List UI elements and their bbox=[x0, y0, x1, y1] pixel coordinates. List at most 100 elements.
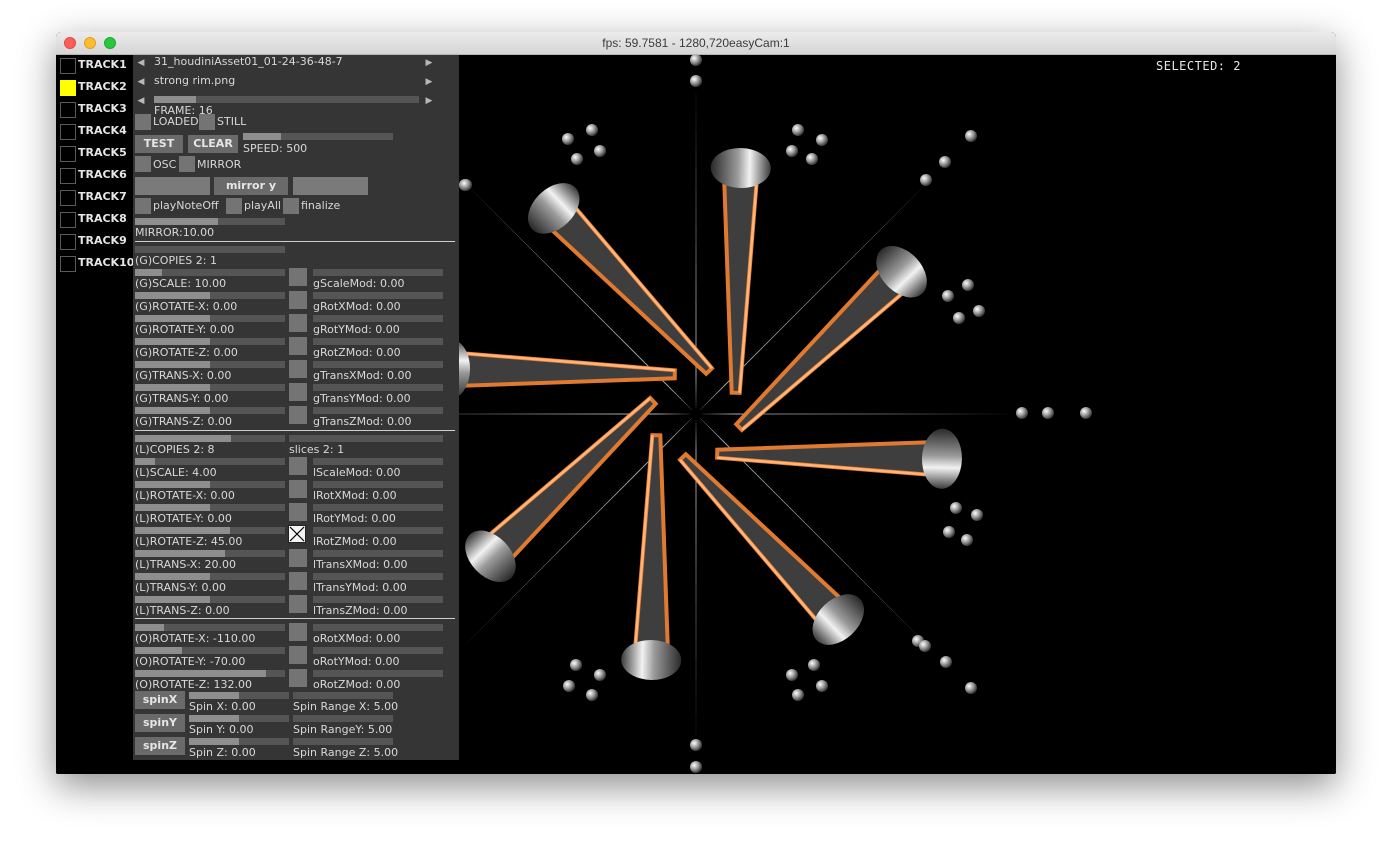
object-slider[interactable] bbox=[135, 670, 285, 677]
local-mod-toggle[interactable] bbox=[289, 549, 307, 567]
global-mod-slider[interactable] bbox=[313, 269, 443, 276]
global-mod-toggle[interactable] bbox=[289, 268, 307, 286]
speed-slider[interactable] bbox=[243, 133, 393, 140]
local-mod-toggle[interactable] bbox=[289, 480, 307, 498]
local-slider[interactable] bbox=[135, 527, 285, 534]
spin-slider[interactable] bbox=[189, 738, 289, 745]
blank-button-right[interactable] bbox=[293, 177, 368, 195]
global-mod-slider[interactable] bbox=[313, 407, 443, 414]
global-mod-slider[interactable] bbox=[313, 361, 443, 368]
l-copies-slider[interactable] bbox=[135, 435, 285, 442]
mirror-amount-slider[interactable] bbox=[135, 218, 285, 225]
spin-y-button[interactable]: spinY bbox=[135, 714, 185, 732]
local-mod-toggle[interactable] bbox=[289, 572, 307, 590]
local-slider[interactable] bbox=[135, 573, 285, 580]
play-all-toggle[interactable] bbox=[226, 198, 242, 214]
global-slider[interactable] bbox=[135, 292, 285, 299]
local-mod-slider[interactable] bbox=[313, 504, 443, 511]
still-toggle[interactable] bbox=[199, 114, 215, 130]
g-copies-slider[interactable] bbox=[135, 246, 285, 253]
global-mod-slider[interactable] bbox=[313, 384, 443, 391]
prev-texture-icon[interactable]: ◀ bbox=[136, 76, 146, 88]
local-mod-slider[interactable] bbox=[313, 596, 443, 603]
global-mod-toggle[interactable] bbox=[289, 360, 307, 378]
local-mod-toggle[interactable] bbox=[289, 457, 307, 475]
spin-slider[interactable] bbox=[189, 692, 289, 699]
object-mod-toggle[interactable] bbox=[289, 669, 307, 687]
object-slider[interactable] bbox=[135, 647, 285, 654]
track-swatch[interactable] bbox=[60, 234, 76, 250]
local-mod-slider[interactable] bbox=[313, 481, 443, 488]
next-texture-icon[interactable]: ▶ bbox=[424, 76, 434, 88]
global-slider[interactable] bbox=[135, 269, 285, 276]
track-1[interactable]: TRACK1 bbox=[56, 55, 132, 77]
blank-button-left[interactable] bbox=[135, 177, 210, 195]
object-mod-slider[interactable] bbox=[313, 624, 443, 631]
global-mod-slider[interactable] bbox=[313, 338, 443, 345]
modulation-checked-icon[interactable] bbox=[288, 525, 306, 543]
object-mod-slider[interactable] bbox=[313, 647, 443, 654]
local-slider[interactable] bbox=[135, 458, 285, 465]
track-swatch[interactable] bbox=[60, 58, 76, 74]
play-note-off-toggle[interactable] bbox=[135, 198, 151, 214]
spin-range-slider[interactable] bbox=[293, 738, 393, 745]
spin-range-slider[interactable] bbox=[293, 692, 393, 699]
global-mod-slider[interactable] bbox=[313, 315, 443, 322]
prev-asset-icon[interactable]: ◀ bbox=[136, 57, 146, 69]
test-button[interactable]: TEST bbox=[135, 135, 183, 153]
track-swatch[interactable] bbox=[60, 256, 76, 272]
object-mod-toggle[interactable] bbox=[289, 646, 307, 664]
mirror-y-button[interactable]: mirror y bbox=[214, 177, 288, 195]
track-swatch[interactable] bbox=[60, 190, 76, 206]
global-mod-toggle[interactable] bbox=[289, 383, 307, 401]
track-9[interactable]: TRACK9 bbox=[56, 231, 132, 253]
track-6[interactable]: TRACK6 bbox=[56, 165, 132, 187]
loaded-toggle[interactable] bbox=[135, 114, 151, 130]
prev-frame-icon[interactable]: ◀ bbox=[136, 95, 146, 107]
track-10[interactable]: TRACK10 bbox=[56, 253, 134, 275]
local-slider[interactable] bbox=[135, 550, 285, 557]
local-mod-slider[interactable] bbox=[313, 458, 443, 465]
mirror-toggle[interactable] bbox=[179, 156, 195, 172]
osc-toggle[interactable] bbox=[135, 156, 151, 172]
global-mod-toggle[interactable] bbox=[289, 314, 307, 332]
track-swatch[interactable] bbox=[60, 80, 76, 96]
local-mod-toggle[interactable] bbox=[289, 595, 307, 613]
next-asset-icon[interactable]: ▶ bbox=[424, 57, 434, 69]
global-mod-slider[interactable] bbox=[313, 292, 443, 299]
slices-slider[interactable] bbox=[289, 435, 443, 442]
track-swatch[interactable] bbox=[60, 124, 76, 140]
spin-range-slider[interactable] bbox=[293, 715, 393, 722]
spin-x-button[interactable]: spinX bbox=[135, 691, 185, 709]
track-8[interactable]: TRACK8 bbox=[56, 209, 132, 231]
track-swatch[interactable] bbox=[60, 212, 76, 228]
clear-button[interactable]: CLEAR bbox=[188, 135, 238, 153]
local-mod-slider[interactable] bbox=[313, 573, 443, 580]
local-mod-toggle[interactable] bbox=[289, 503, 307, 521]
track-5[interactable]: TRACK5 bbox=[56, 143, 132, 165]
spin-z-button[interactable]: spinZ bbox=[135, 737, 185, 755]
global-mod-toggle[interactable] bbox=[289, 406, 307, 424]
next-frame-icon[interactable]: ▶ bbox=[424, 95, 434, 107]
global-slider[interactable] bbox=[135, 315, 285, 322]
finalize-toggle[interactable] bbox=[283, 198, 299, 214]
global-slider[interactable] bbox=[135, 384, 285, 391]
track-4[interactable]: TRACK4 bbox=[56, 121, 132, 143]
object-slider[interactable] bbox=[135, 624, 285, 631]
track-7[interactable]: TRACK7 bbox=[56, 187, 132, 209]
render-canvas[interactable]: SELECTED: 2 TRACK1 TRACK2 TRACK3 TRACK4 TRAC… bbox=[56, 55, 1336, 774]
track-swatch[interactable] bbox=[60, 146, 76, 162]
track-swatch[interactable] bbox=[60, 168, 76, 184]
track-2[interactable]: TRACK2 bbox=[56, 77, 132, 99]
object-mod-toggle[interactable] bbox=[289, 623, 307, 641]
local-mod-slider[interactable] bbox=[313, 527, 443, 534]
local-mod-slider[interactable] bbox=[313, 550, 443, 557]
local-slider[interactable] bbox=[135, 481, 285, 488]
object-mod-slider[interactable] bbox=[313, 670, 443, 677]
track-swatch[interactable] bbox=[60, 102, 76, 118]
frame-slider[interactable] bbox=[154, 96, 419, 103]
global-mod-toggle[interactable] bbox=[289, 291, 307, 309]
global-mod-toggle[interactable] bbox=[289, 337, 307, 355]
spin-slider[interactable] bbox=[189, 715, 289, 722]
global-slider[interactable] bbox=[135, 407, 285, 414]
